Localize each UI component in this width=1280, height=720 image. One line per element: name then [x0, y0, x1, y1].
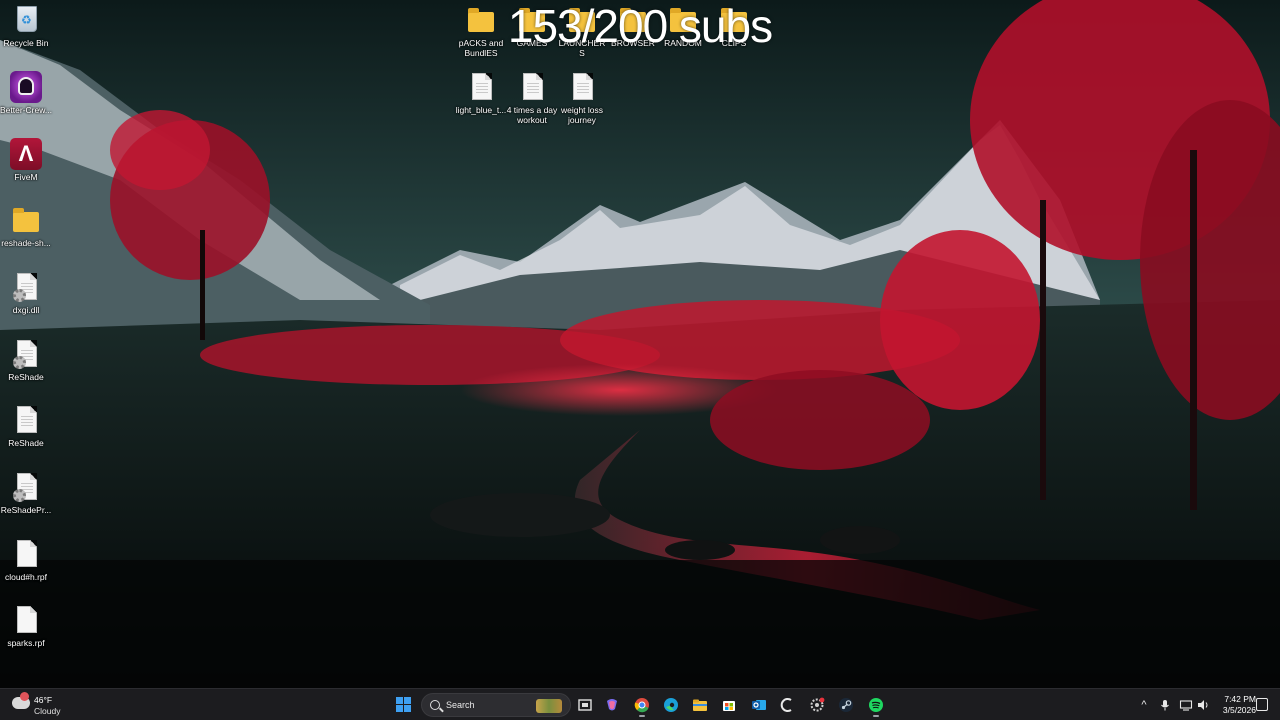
desktop-icon-reshade-preset[interactable]: ReShadePr...: [0, 471, 52, 515]
network-icon[interactable]: [1179, 698, 1193, 712]
desktop-icon-label: ReShade: [8, 438, 44, 448]
fivem-app-icon: Λ: [10, 138, 42, 170]
c-app-icon: [780, 698, 792, 712]
taskbar-spotify[interactable]: [864, 693, 888, 717]
taskbar: 46°F Cloudy Search ^ 7:42 PM 3/5/2026: [0, 688, 1280, 720]
desktop-icon-reshade-ini[interactable]: ReShade: [0, 338, 52, 382]
file-explorer-icon: [693, 699, 707, 711]
taskbar-search-input[interactable]: [446, 697, 526, 713]
clock-date: 3/5/2026: [1222, 705, 1256, 715]
clock-time: 7:42 PM: [1224, 694, 1256, 704]
desktop-icon-label: ReShade: [8, 372, 44, 382]
desktop-icon-label: 4 times a day workout: [506, 105, 558, 125]
copilot-icon: [607, 699, 617, 711]
desktop-file-light-blue[interactable]: light_blue_t...: [455, 71, 507, 115]
settings-file-icon: [10, 271, 42, 303]
taskbar-steam[interactable]: [834, 693, 858, 717]
edge-icon: [664, 698, 678, 712]
steam-icon: [839, 698, 853, 712]
folder-icon: [10, 204, 42, 236]
notifications-bell-icon[interactable]: [1256, 698, 1268, 711]
desktop-file-weight-loss-journey[interactable]: weight loss journey: [556, 71, 608, 125]
cloudy-weather-icon: [12, 692, 30, 709]
taskbar-chrome[interactable]: [630, 693, 654, 717]
file-icon: [10, 604, 42, 636]
weather-temperature: 46°F: [34, 695, 53, 705]
desktop-icon-label: Recycle Bin: [3, 38, 49, 48]
wallpaper-mountain-landscape: [0, 0, 1280, 688]
spotify-icon: [869, 698, 883, 712]
active-indicator: [873, 715, 879, 717]
text-file-icon: [566, 71, 598, 103]
text-file-icon: [10, 404, 42, 436]
search-highlight-icon: [536, 699, 562, 713]
desktop-icon-fivem[interactable]: Λ FiveM: [0, 138, 52, 182]
desktop-icon-reshade-log[interactable]: ReShade: [0, 404, 52, 448]
desktop-icon-label: Better-Crew...: [0, 105, 52, 115]
desktop-icon-reshade-shaders-folder[interactable]: reshade-sh...: [0, 204, 52, 248]
taskbar-app-settings[interactable]: [805, 693, 829, 717]
start-button[interactable]: [392, 693, 416, 717]
desktop-icon-cloud-rpf[interactable]: cloud#h.rpf: [0, 538, 52, 582]
desktop-icon-label: weight loss journey: [560, 105, 604, 125]
desktop-icon-label: cloud#h.rpf: [4, 572, 48, 582]
desktop-icon-dxgi-dll[interactable]: dxgi.dll: [0, 271, 52, 315]
desktop-icon-sparks-rpf[interactable]: sparks.rpf: [0, 604, 52, 648]
weather-condition: Cloudy: [34, 706, 61, 716]
outlook-icon: [752, 700, 766, 710]
file-icon: [10, 538, 42, 570]
volume-icon[interactable]: [1196, 698, 1210, 712]
settings-file-icon: [10, 338, 42, 370]
text-file-icon: [465, 71, 497, 103]
desktop-icon-label: sparks.rpf: [7, 638, 45, 648]
taskbar-microsoft-store[interactable]: [717, 693, 741, 717]
desktop-icon-recycle-bin[interactable]: ♻ Recycle Bin: [0, 4, 52, 48]
recycle-bin-icon: ♻: [10, 4, 42, 36]
taskbar-outlook[interactable]: [747, 693, 771, 717]
desktop-icon-label: FiveM: [14, 172, 38, 182]
chrome-icon: [634, 698, 649, 713]
desktop-file-workout[interactable]: 4 times a day workout: [506, 71, 558, 125]
active-indicator: [639, 715, 645, 717]
desktop-icon-better-crewlink[interactable]: Better-Crew...: [0, 71, 52, 115]
desktop-icon-label: dxgi.dll: [12, 305, 40, 315]
search-icon: [430, 700, 440, 710]
taskbar-search-box[interactable]: [421, 693, 571, 717]
task-view-icon: [578, 699, 592, 711]
subscriber-counter-overlay: 153/200 subs: [507, 0, 773, 52]
weather-widget[interactable]: 46°F Cloudy: [10, 692, 90, 717]
taskbar-edge[interactable]: [659, 693, 683, 717]
microsoft-store-icon: [723, 701, 735, 711]
text-file-icon: [516, 71, 548, 103]
microphone-icon[interactable]: [1158, 698, 1172, 712]
task-view-button[interactable]: [573, 693, 597, 717]
taskbar-file-explorer[interactable]: [688, 693, 712, 717]
desktop-icon-label: ReShadePr...: [0, 505, 52, 515]
desktop-icon-label: light_blue_t...: [455, 105, 507, 115]
desktop-icon-label: reshade-sh...: [1, 238, 51, 248]
settings-file-icon: [10, 471, 42, 503]
taskbar-copilot[interactable]: [600, 693, 624, 717]
taskbar-app-c[interactable]: [776, 693, 800, 717]
desktop-wallpaper: [0, 0, 1280, 688]
gear-icon: [810, 697, 825, 712]
taskbar-clock[interactable]: 7:42 PM 3/5/2026: [1212, 694, 1256, 716]
show-hidden-icons-chevron-icon[interactable]: ^: [1137, 698, 1151, 712]
better-crewlink-app-icon: [10, 71, 42, 103]
